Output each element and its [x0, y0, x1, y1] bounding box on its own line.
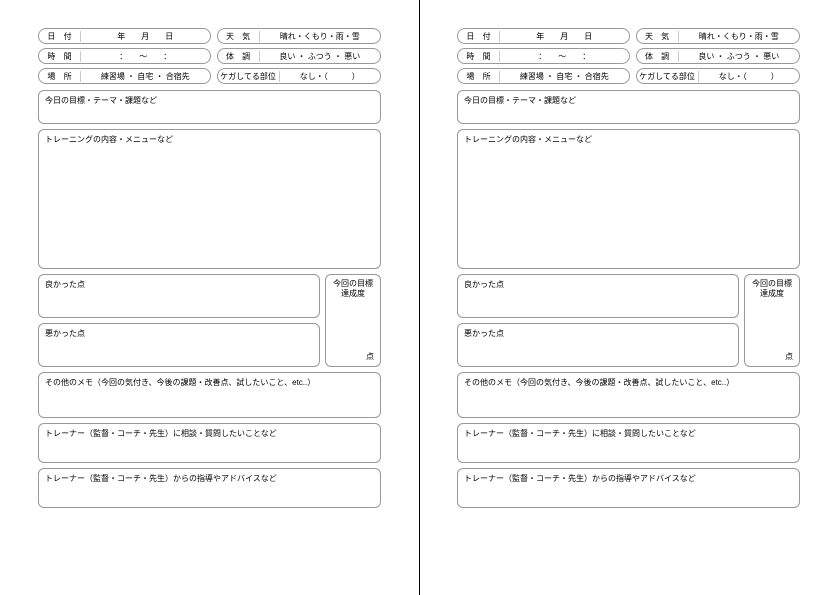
value-time[interactable]: ： ～ ：: [81, 51, 210, 62]
title-achievement: 今回の目標達成度: [751, 279, 793, 300]
label-place: 場 所: [458, 71, 500, 82]
title-memo: その他のメモ（今回の気付き、今後の課題・改善点、試したいこと、etc..）: [464, 377, 793, 388]
value-time[interactable]: ： ～ ：: [500, 51, 629, 62]
title-achievement: 今回の目標達成度: [332, 279, 374, 300]
title-advice: トレーナー（監督・コーチ・先生）からの指導やアドバイスなど: [45, 473, 374, 484]
section-training[interactable]: トレーニングの内容・メニューなど: [457, 129, 800, 269]
diary-page-left: 日 付 年 月 日 天 気 晴れ・くもり・雨・雪 時 間 ： ～ ： 体 調 良…: [0, 0, 419, 595]
value-place[interactable]: 練習場 ・ 自宅 ・ 合宿先: [500, 71, 629, 82]
title-goal: 今日の目標・テーマ・課題など: [45, 95, 374, 106]
value-weather[interactable]: 晴れ・くもり・雨・雪: [679, 31, 799, 42]
value-weather[interactable]: 晴れ・くもり・雨・雪: [260, 31, 380, 42]
title-consult: トレーナー（監督・コーチ・先生）に相談・質問したいことなど: [464, 428, 793, 439]
field-weather: 天 気 晴れ・くもり・雨・雪: [217, 28, 381, 44]
section-consult[interactable]: トレーナー（監督・コーチ・先生）に相談・質問したいことなど: [38, 423, 381, 463]
label-injury: ケガしてる部位: [637, 71, 699, 82]
label-points: 点: [785, 351, 793, 362]
section-achievement[interactable]: 今回の目標達成度 点: [744, 274, 800, 367]
value-condition[interactable]: 良い ・ ふつう ・ 悪い: [260, 51, 380, 62]
label-time: 時 間: [458, 51, 500, 62]
label-date: 日 付: [458, 31, 500, 42]
section-goal[interactable]: 今日の目標・テーマ・課題など: [38, 90, 381, 124]
section-good[interactable]: 良かった点: [38, 274, 320, 318]
title-consult: トレーナー（監督・コーチ・先生）に相談・質問したいことなど: [45, 428, 374, 439]
field-injury: ケガしてる部位 なし・（ ）: [636, 68, 800, 84]
field-date: 日 付 年 月 日: [457, 28, 630, 44]
section-achievement[interactable]: 今回の目標達成度 点: [325, 274, 381, 367]
title-goal: 今日の目標・テーマ・課題など: [464, 95, 793, 106]
field-date: 日 付 年 月 日: [38, 28, 211, 44]
field-injury: ケガしてる部位 なし・（ ）: [217, 68, 381, 84]
title-memo: その他のメモ（今回の気付き、今後の課題・改善点、試したいこと、etc..）: [45, 377, 374, 388]
section-bad[interactable]: 悪かった点: [38, 323, 320, 367]
section-good[interactable]: 良かった点: [457, 274, 739, 318]
label-date: 日 付: [39, 31, 81, 42]
title-good: 良かった点: [464, 279, 732, 290]
section-bad[interactable]: 悪かった点: [457, 323, 739, 367]
page-divider: [419, 0, 420, 595]
value-condition[interactable]: 良い ・ ふつう ・ 悪い: [679, 51, 799, 62]
diary-page-right: 日 付 年 月 日 天 気 晴れ・くもり・雨・雪 時 間 ： ～ ： 体 調 良…: [419, 0, 838, 595]
section-goal[interactable]: 今日の目標・テーマ・課題など: [457, 90, 800, 124]
label-points: 点: [366, 351, 374, 362]
section-advice[interactable]: トレーナー（監督・コーチ・先生）からの指導やアドバイスなど: [38, 468, 381, 508]
title-bad: 悪かった点: [45, 328, 313, 339]
field-place: 場 所 練習場 ・ 自宅 ・ 合宿先: [457, 68, 630, 84]
title-training: トレーニングの内容・メニューなど: [45, 134, 374, 145]
label-time: 時 間: [39, 51, 81, 62]
value-place[interactable]: 練習場 ・ 自宅 ・ 合宿先: [81, 71, 210, 82]
section-advice[interactable]: トレーナー（監督・コーチ・先生）からの指導やアドバイスなど: [457, 468, 800, 508]
field-place: 場 所 練習場 ・ 自宅 ・ 合宿先: [38, 68, 211, 84]
field-condition: 体 調 良い ・ ふつう ・ 悪い: [217, 48, 381, 64]
value-date[interactable]: 年 月 日: [500, 31, 629, 42]
label-condition: 体 調: [637, 51, 679, 62]
label-injury: ケガしてる部位: [218, 71, 280, 82]
label-place: 場 所: [39, 71, 81, 82]
field-weather: 天 気 晴れ・くもり・雨・雪: [636, 28, 800, 44]
field-time: 時 間 ： ～ ：: [38, 48, 211, 64]
value-injury[interactable]: なし・（ ）: [280, 71, 380, 82]
title-training: トレーニングの内容・メニューなど: [464, 134, 793, 145]
field-time: 時 間 ： ～ ：: [457, 48, 630, 64]
label-weather: 天 気: [218, 31, 260, 42]
title-good: 良かった点: [45, 279, 313, 290]
label-weather: 天 気: [637, 31, 679, 42]
title-advice: トレーナー（監督・コーチ・先生）からの指導やアドバイスなど: [464, 473, 793, 484]
value-injury[interactable]: なし・（ ）: [699, 71, 799, 82]
section-consult[interactable]: トレーナー（監督・コーチ・先生）に相談・質問したいことなど: [457, 423, 800, 463]
title-bad: 悪かった点: [464, 328, 732, 339]
field-condition: 体 調 良い ・ ふつう ・ 悪い: [636, 48, 800, 64]
section-training[interactable]: トレーニングの内容・メニューなど: [38, 129, 381, 269]
label-condition: 体 調: [218, 51, 260, 62]
value-date[interactable]: 年 月 日: [81, 31, 210, 42]
section-memo[interactable]: その他のメモ（今回の気付き、今後の課題・改善点、試したいこと、etc..）: [38, 372, 381, 418]
section-memo[interactable]: その他のメモ（今回の気付き、今後の課題・改善点、試したいこと、etc..）: [457, 372, 800, 418]
